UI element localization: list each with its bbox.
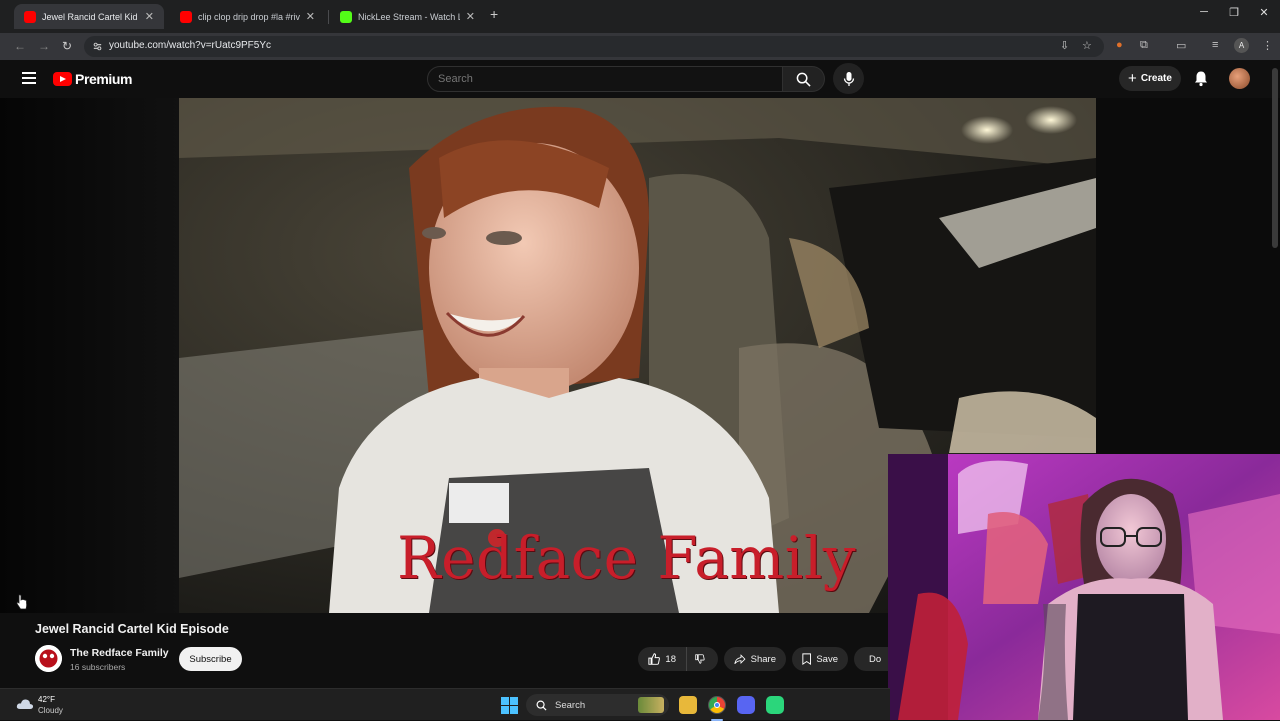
bookmark-star-icon[interactable]: ☆ [1082,39,1092,52]
discord-app-icon[interactable] [737,696,755,714]
subscriber-count: 16 subscribers [70,662,126,672]
like-icon [648,653,660,665]
youtube-favicon [180,10,192,23]
like-count: 18 [665,653,676,665]
close-tab-icon[interactable]: ✕ [466,10,475,23]
voice-search-button[interactable] [833,63,864,94]
close-tab-icon[interactable]: ✕ [145,10,154,23]
install-app-icon[interactable]: ⇩ [1060,39,1069,52]
weather-temperature: 42°F [38,695,55,704]
browser-tab-active[interactable]: Jewel Rancid Cartel Kid Episo ✕ [14,4,164,29]
page-background-right [1096,98,1280,454]
youtube-logo[interactable]: Premium [53,71,133,87]
address-bar[interactable]: youtube.com/watch?v=rUatc9PF5Yc ⇩ ☆ [84,36,1104,57]
extension-icon[interactable]: ● [1116,39,1123,51]
close-window-button[interactable]: ✕ [1254,6,1274,19]
create-button[interactable]: + Create [1119,66,1181,91]
forward-icon[interactable]: → [38,39,50,53]
chrome-app-icon[interactable] [708,696,726,714]
channel-avatar[interactable] [35,645,62,672]
side-panel-icon[interactable]: ▭ [1176,39,1186,52]
share-label: Share [750,653,776,665]
file-explorer-icon[interactable] [679,696,697,714]
back-icon[interactable]: ← [14,39,26,53]
tab-divider [328,10,329,24]
search-box[interactable] [427,66,783,92]
restore-button[interactable]: ❐ [1224,6,1244,19]
channel-name[interactable]: The Redface Family [70,647,169,659]
premium-logo-text: Premium [75,71,133,87]
profile-avatar[interactable]: A [1234,38,1249,53]
browser-tab[interactable]: NickLee Stream - Watch Live o ✕ [330,4,485,29]
search-icon [796,72,811,87]
search-input[interactable] [428,67,782,91]
extensions-puzzle-icon[interactable]: ⧉ [1140,39,1148,52]
webcam-feed [888,454,1280,720]
youtube-play-icon [53,72,72,86]
dislike-icon [695,654,705,664]
kick-favicon [340,10,352,23]
windows-taskbar: 42°F Cloudy Search [0,688,890,721]
share-icon [734,653,746,664]
taskbar-search-label: Search [555,699,586,711]
minimize-button[interactable]: ─ [1194,6,1214,18]
windows-start-icon[interactable] [501,697,518,714]
search-button[interactable] [783,66,825,92]
new-tab-button[interactable]: + [490,6,498,22]
subscribe-button[interactable]: Subscribe [179,647,242,671]
channel-logo-icon [35,645,62,672]
account-avatar[interactable] [1229,68,1250,89]
page-scrollbar[interactable] [1272,68,1278,248]
save-button[interactable]: Save [792,647,848,671]
media-controls-icon[interactable]: ≡ [1212,39,1218,51]
tab-title: NickLee Stream - Watch Live o [358,11,460,22]
tab-title: Jewel Rancid Cartel Kid Episo [42,11,139,22]
tab-title: clip clop drip drop #la #riversid [198,11,300,22]
reload-icon[interactable]: ↻ [62,39,72,53]
browser-toolbar: ← → ↻ youtube.com/watch?v=rUatc9PF5Yc ⇩ … [0,33,1280,60]
search-icon [536,700,547,711]
youtube-favicon [24,10,36,23]
save-label: Save [816,653,838,665]
mic-icon [843,71,854,86]
video-title: Jewel Rancid Cartel Kid Episode [35,622,229,636]
weather-condition: Cloudy [38,706,63,715]
close-tab-icon[interactable]: ✕ [306,10,315,23]
page-background [0,98,180,613]
taskbar-search[interactable]: Search [526,694,669,716]
share-button[interactable]: Share [724,647,786,671]
browser-tab-strip: Jewel Rancid Cartel Kid Episo ✕ clip clo… [0,0,1280,33]
url-text: youtube.com/watch?v=rUatc9PF5Yc [109,40,272,51]
site-settings-icon[interactable] [92,41,103,52]
create-label: Create [1140,73,1172,84]
browser-tab[interactable]: clip clop drip drop #la #riversid ✕ [170,4,325,29]
app-icon[interactable] [766,696,784,714]
hamburger-icon[interactable] [22,72,36,84]
download-button[interactable]: Do [854,647,890,671]
search-highlight-icon [638,697,664,713]
weather-cloud-icon[interactable] [16,698,34,710]
dislike-button[interactable] [686,647,718,671]
like-button[interactable]: 18 [638,647,686,671]
save-icon [802,653,811,665]
webcam-overlay [888,454,1280,720]
youtube-masthead: Premium + Create [0,60,1280,98]
chrome-menu-icon[interactable]: ⋮ [1262,39,1273,52]
plus-icon: + [1128,70,1137,87]
bell-icon[interactable] [1193,70,1209,87]
video-overlay-text: Redface Family [397,524,857,592]
mouse-cursor-icon [16,594,28,610]
download-label: Do [869,653,882,665]
